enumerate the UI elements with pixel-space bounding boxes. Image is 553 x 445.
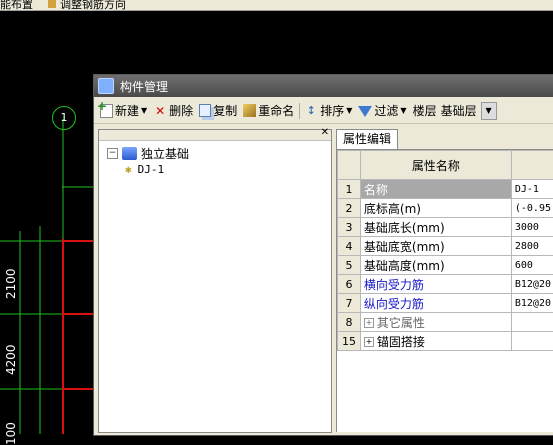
gear-icon: ✱ <box>125 163 132 176</box>
row-number: 3 <box>338 218 361 237</box>
new-button[interactable]: 新建 ▼ <box>100 102 147 119</box>
tree-node-label: 独立基础 <box>141 145 189 162</box>
property-value[interactable]: 2800 <box>511 237 553 256</box>
top-toolbar: 能布置 调整钢筋方向 <box>0 0 553 11</box>
row-number: 5 <box>338 256 361 275</box>
component-tree-panel: ✕ − 独立基础 ✱ DJ-1 <box>98 129 332 433</box>
tree-node-label: DJ-1 <box>138 163 165 176</box>
property-name: 纵向受力筋 <box>360 294 511 313</box>
dimension-text: 4200 <box>4 344 18 375</box>
close-icon[interactable]: ✕ <box>321 127 329 138</box>
expand-icon[interactable]: + <box>364 318 374 328</box>
property-name: 锚固搭接 <box>377 335 425 349</box>
property-value <box>511 332 553 351</box>
dialog-toolbar: 新建 ▼ ✕ 删除 复制 重命名 ↕ 排序 ▼ 过滤 ▼ 楼层 基础层 <box>94 98 553 124</box>
table-row[interactable]: 6 横向受力筋 B12@20 <box>338 275 553 294</box>
property-value <box>511 313 553 332</box>
toolbar-separator <box>299 103 300 119</box>
copy-button[interactable]: 复制 <box>199 102 237 119</box>
property-panel: 属性编辑 属性名称 1 名称 DJ-1 <box>334 129 553 435</box>
property-name: 名称 <box>360 180 511 199</box>
table-row[interactable]: 1 名称 DJ-1 <box>338 180 553 199</box>
copy-icon <box>199 104 211 117</box>
filter-label: 过滤 <box>374 102 398 119</box>
row-number: 6 <box>338 275 361 294</box>
copy-label: 复制 <box>213 102 237 119</box>
tree-node-isolated-foundation[interactable]: − 独立基础 <box>107 145 331 161</box>
table-row-group-anchorage[interactable]: 15 +锚固搭接 <box>338 332 553 351</box>
property-value[interactable]: 600 <box>511 256 553 275</box>
property-name: 横向受力筋 <box>360 275 511 294</box>
property-value-header <box>511 151 553 180</box>
tree-node-dj-1[interactable]: ✱ DJ-1 <box>107 161 331 177</box>
component-manager-dialog: 构件管理 新建 ▼ ✕ 删除 复制 重命名 ↕ 排序 ▼ 过滤 ▼ <box>93 74 553 436</box>
property-value[interactable]: DJ-1 <box>511 180 553 199</box>
collapse-icon[interactable]: − <box>107 148 118 159</box>
table-row[interactable]: 5 基础高度(mm) 600 <box>338 256 553 275</box>
dialog-titlebar[interactable]: 构件管理 <box>94 75 553 97</box>
expand-icon[interactable]: + <box>364 337 374 347</box>
sort-icon: ↕ <box>304 104 318 118</box>
delete-button[interactable]: ✕ 删除 <box>153 102 193 119</box>
row-number: 7 <box>338 294 361 313</box>
floor-selector[interactable]: 楼层 基础层 ▼ <box>413 102 497 120</box>
tree-panel-header: ✕ <box>99 130 331 141</box>
tabstrip: 属性编辑 <box>334 129 553 149</box>
foundation-icon <box>122 147 137 160</box>
axis-bubble: 1 <box>52 106 76 130</box>
property-value[interactable]: B12@20 <box>511 294 553 313</box>
row-number-header <box>338 151 361 180</box>
floor-value: 基础层 <box>441 102 477 119</box>
row-number: 8 <box>338 313 361 332</box>
property-name: 其它属性 <box>377 316 425 330</box>
property-value[interactable]: B12@20 <box>511 275 553 294</box>
row-number: 15 <box>338 332 361 351</box>
tab-property-edit[interactable]: 属性编辑 <box>336 129 398 149</box>
rename-icon <box>243 104 256 117</box>
property-grid: 属性名称 1 名称 DJ-1 2 底标高(m) (-0.95 <box>336 149 553 432</box>
dropdown-arrow-icon: ▼ <box>400 106 406 115</box>
new-icon <box>100 104 113 118</box>
smart-layout-button[interactable]: 能布置 <box>0 0 33 11</box>
property-value[interactable]: (-0.95 <box>511 199 553 218</box>
component-tree: − 独立基础 ✱ DJ-1 <box>99 141 331 177</box>
dialog-title: 构件管理 <box>120 78 168 95</box>
table-row-group-other[interactable]: 8 +其它属性 <box>338 313 553 332</box>
row-number: 1 <box>338 180 361 199</box>
property-name: 底标高(m) <box>360 199 511 218</box>
property-value[interactable]: 3000 <box>511 218 553 237</box>
adjust-rebar-icon <box>48 0 56 8</box>
table-row[interactable]: 2 底标高(m) (-0.95 <box>338 199 553 218</box>
rename-label: 重命名 <box>258 102 294 119</box>
rename-button[interactable]: 重命名 <box>243 102 294 119</box>
app-icon <box>98 78 114 94</box>
property-group[interactable]: +锚固搭接 <box>360 332 511 351</box>
filter-button[interactable]: 过滤 ▼ <box>358 102 406 119</box>
property-name: 基础底长(mm) <box>360 218 511 237</box>
floor-dropdown-icon[interactable]: ▼ <box>481 102 497 120</box>
property-group[interactable]: +其它属性 <box>360 313 511 332</box>
property-name-header: 属性名称 <box>360 151 511 180</box>
dropdown-arrow-icon: ▼ <box>346 106 352 115</box>
table-row[interactable]: 7 纵向受力筋 B12@20 <box>338 294 553 313</box>
row-number: 4 <box>338 237 361 256</box>
row-number: 2 <box>338 199 361 218</box>
property-name: 基础高度(mm) <box>360 256 511 275</box>
dimension-text: 2100 <box>4 268 18 299</box>
new-label: 新建 <box>115 102 139 119</box>
table-row[interactable]: 3 基础底长(mm) 3000 <box>338 218 553 237</box>
table-row[interactable]: 4 基础底宽(mm) 2800 <box>338 237 553 256</box>
property-name: 基础底宽(mm) <box>360 237 511 256</box>
delete-label: 删除 <box>169 102 193 119</box>
delete-icon: ✕ <box>153 104 167 118</box>
dropdown-arrow-icon: ▼ <box>141 106 147 115</box>
sort-button[interactable]: ↕ 排序 ▼ <box>304 102 352 119</box>
adjust-rebar-direction-button[interactable]: 调整钢筋方向 <box>60 0 126 11</box>
filter-icon <box>358 106 372 117</box>
floor-label: 楼层 <box>413 102 437 119</box>
sort-label: 排序 <box>320 102 344 119</box>
